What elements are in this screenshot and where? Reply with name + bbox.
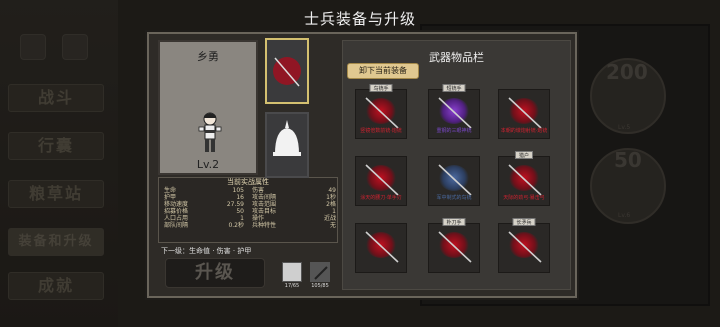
stat-value: 1秒 <box>326 194 336 201</box>
soldier-sprite <box>198 112 222 152</box>
stat-label: 人口占用 <box>164 215 189 222</box>
helmet-icon <box>273 120 301 156</box>
stat-value: 105 <box>232 187 244 194</box>
upgrade-button[interactable]: 升级 <box>165 258 265 288</box>
material-count: 105/85 <box>311 283 329 289</box>
stat-value: 27.59 <box>226 201 244 208</box>
stat-label: 攻击范围 <box>252 201 277 208</box>
stat-label: 护甲 <box>164 194 177 201</box>
unit-type-tag: 长矛兵 <box>512 218 536 226</box>
next-level-preview: 下一级：生命值 · 伤害 · 护甲 <box>161 247 252 255</box>
inventory-slot[interactable]: 短铳手重钢的三眼神铳 <box>428 84 480 139</box>
stat-value: 0.2秒 <box>228 222 244 229</box>
inventory-slot[interactable]: 本朝的墩炮射铳·炮铳 <box>498 89 550 139</box>
stat-value: 近战 <box>323 215 336 222</box>
stat-value: 16 <box>236 194 244 201</box>
unit-type-tag: 鸟铳手 <box>369 84 393 92</box>
inventory-slot[interactable]: 鸟铳手竖镜倍数前铳·炮铳 <box>355 84 407 139</box>
stat-label: 招募价格 <box>164 208 189 215</box>
material-slot <box>310 262 330 282</box>
stat-label: 攻击目标 <box>252 208 277 215</box>
stat-value: 无 <box>329 222 336 229</box>
stat-value: 1 <box>332 208 336 215</box>
unit-type-tag: 朴刀手 <box>442 218 466 226</box>
stat-value: 50 <box>236 208 244 215</box>
unequip-button[interactable]: 卸下当前装备 <box>347 63 419 79</box>
inventory-slot[interactable]: 猎户天际的劲弓·暴击弓 <box>498 151 550 206</box>
unit-type-tag: 短铳手 <box>442 84 466 92</box>
item-name: 本朝的墩炮射铳·炮铳 <box>500 128 548 134</box>
stats-grid: 生命 105 伤害 49 护甲 16 攻击间隔 1秒移动速度 27.59 攻击范围 2格招募价格 50… <box>159 187 337 229</box>
stat-label: 兵种特性 <box>252 222 277 229</box>
unit-stats-panel: 当前实战属性 生命 105 伤害 49 护甲 16 攻击间隔 1秒移动速度 27.59 攻击范围 2… <box>158 177 338 243</box>
equipped-bow-icon <box>273 57 301 87</box>
material-slot <box>282 262 302 282</box>
inventory-panel: 武器物品栏 卸下当前装备 鸟铳手 竖镜倍数前铳·炮铳 短铳手 重钢的三眼神铳 本朝的墩炮… <box>342 40 571 290</box>
unit-level: Lv.2 <box>196 158 220 171</box>
equipment-modal: 乡勇 Lv.2 当前实战属性 生命 105 伤害 49 护甲 16 攻击间隔 1秒移动速度 27… <box>147 32 577 298</box>
stat-value: 2格 <box>326 201 336 208</box>
item-name: 涂天的腰刀·单手刃 <box>360 195 402 201</box>
inventory-slot[interactable] <box>355 223 407 273</box>
inventory-slot[interactable]: 长矛兵 <box>498 218 550 273</box>
inventory-slot[interactable]: 军中制式的鸟铳 <box>428 156 480 206</box>
weapon-icon <box>438 231 472 263</box>
material-count: 17/65 <box>284 283 300 289</box>
unit-name: 乡勇 <box>197 50 219 63</box>
stat-label: 部队间隔 <box>164 222 189 229</box>
equipped-armor-slot[interactable] <box>265 112 309 178</box>
inventory-slot[interactable]: 朴刀手 <box>428 218 480 273</box>
stat-label: 生命 <box>164 187 177 194</box>
stats-title: 当前实战属性 <box>227 178 269 186</box>
stat-label: 移动速度 <box>164 201 189 208</box>
modal-title: 士兵装备与升级 <box>303 10 416 28</box>
item-name: 军中制式的鸟铳 <box>436 195 472 201</box>
weapon-icon <box>508 231 542 263</box>
unit-portrait-panel: 乡勇 Lv.2 <box>158 40 258 175</box>
equipped-weapon-slot[interactable] <box>265 38 309 104</box>
stat-label: 操作 <box>252 215 265 222</box>
item-name: 竖镜倍数前铳·炮铳 <box>360 128 402 134</box>
unit-type-tag: 猎户 <box>514 151 534 159</box>
stat-value: 49 <box>328 187 336 194</box>
material-scroll-icon <box>314 266 328 280</box>
item-name: 重钢的三眼神铳 <box>436 128 472 134</box>
inventory-slot[interactable]: 涂天的腰刀·单手刃 <box>355 156 407 206</box>
stat-value: 1 <box>240 215 244 222</box>
stat-label: 伤害 <box>252 187 265 194</box>
weapon-icon <box>365 231 399 263</box>
stat-label: 攻击间隔 <box>252 194 277 201</box>
item-name: 天际的劲弓·暴击弓 <box>503 195 545 201</box>
